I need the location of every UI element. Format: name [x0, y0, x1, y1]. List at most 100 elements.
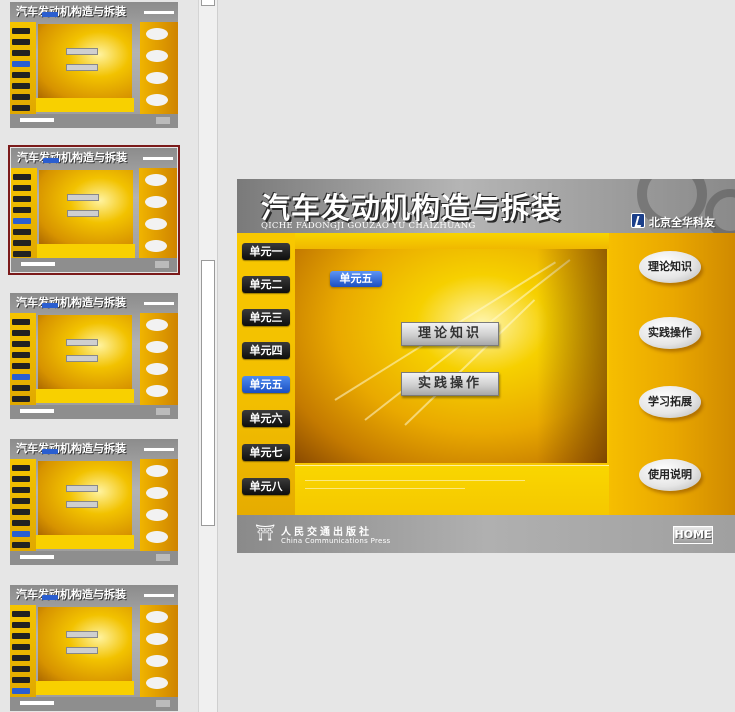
thumbnail-unit-chip	[12, 94, 30, 100]
thumbnail-title: 汽车发动机构造与拆装	[16, 296, 126, 309]
thumbnail-unit-chip	[12, 644, 30, 650]
unit-button-1[interactable]: 单元一	[242, 243, 290, 260]
side-instructions-button[interactable]: 使用说明	[639, 459, 701, 491]
thumbnail-preview: 汽车发动机构造与拆装	[10, 293, 178, 419]
thumbnail-unit-chip	[12, 531, 30, 537]
thumbnail-home-button	[156, 408, 170, 415]
thumbnail-side-pill	[146, 363, 168, 375]
unit-button-6[interactable]: 单元六	[242, 410, 290, 427]
thumbnail-unit-chip	[13, 218, 31, 224]
thumbnail-unit-tag	[42, 303, 58, 308]
thumbnail-footer-text	[20, 118, 54, 122]
slide-thumbnail[interactable]: 汽车发动机构造与拆装	[10, 439, 178, 565]
unit-button-4[interactable]: 单元四	[242, 342, 290, 359]
thumbnail-publisher-mark	[144, 594, 174, 597]
thumbnail-publisher-mark	[144, 448, 174, 451]
thumbnail-unit-chip	[12, 487, 30, 493]
side-theory-button[interactable]: 理论知识	[639, 251, 701, 283]
thumbnail-side-pill	[146, 28, 168, 40]
thumbnail-side-pill	[146, 319, 168, 331]
thumbnail-side-pill	[146, 341, 168, 353]
thumbnail-side-pill	[146, 94, 168, 106]
unit-button-5-active[interactable]: 单元五	[242, 376, 290, 393]
thumbnail-home-button	[156, 554, 170, 561]
thumbnail-unit-chip	[12, 622, 30, 628]
thumbnail-unit-chip	[13, 229, 31, 235]
thumbnail-unit-chip	[12, 105, 30, 111]
thumbnail-footer	[10, 114, 178, 128]
thumbnail-side-pill	[146, 655, 168, 667]
thumbnail-unit-chip	[13, 174, 31, 180]
thumbnail-unit-chip	[12, 50, 30, 56]
thumbnail-unit-chip	[12, 542, 30, 548]
thumbnail-unit-chip	[12, 509, 30, 515]
theory-knowledge-button[interactable]: 理论知识	[401, 322, 499, 346]
thumbnail-unit-chip	[12, 319, 30, 325]
thumbnail-center-button	[66, 48, 98, 55]
thumbnail-unit-chip	[12, 677, 30, 683]
thumbnail-preview: 汽车发动机构造与拆装	[10, 2, 178, 128]
thumbnail-unit-tag	[42, 595, 58, 600]
unit-button-7[interactable]: 单元七	[242, 444, 290, 461]
unit-button-3[interactable]: 单元三	[242, 309, 290, 326]
thumbnail-photo	[39, 170, 133, 246]
thumbnail-preview: 汽车发动机构造与拆装	[10, 439, 178, 565]
thumbnail-side-pill	[146, 50, 168, 62]
thumbnail-unit-tag	[42, 449, 58, 454]
thumbnail-side-pill	[145, 174, 167, 186]
thumbnail-side-pill	[145, 196, 167, 208]
thumbnail-unit-chip	[12, 666, 30, 672]
thumbnail-unit-chip	[12, 498, 30, 504]
thumbnail-unit-chip	[12, 330, 30, 336]
thumbnail-unit-chip	[12, 385, 30, 391]
thumbnail-side-pill	[146, 465, 168, 477]
side-learning-extension-button[interactable]: 学习拓展	[639, 386, 701, 418]
thumbnail-center-button	[66, 647, 98, 654]
thumbnail-unit-chip	[12, 61, 30, 67]
slide-thumbnail-selected[interactable]: 汽车发动机构造与拆装	[8, 145, 180, 275]
slide-thumbnail[interactable]: 汽车发动机构造与拆装	[10, 585, 178, 711]
thumbnail-side-menu	[140, 605, 178, 697]
publisher-emblem-icon: ⛩	[255, 523, 276, 542]
thumbnail-side-pill	[146, 611, 168, 623]
thumbnail-side-pill	[146, 633, 168, 645]
thumbnail-side-pill	[146, 677, 168, 689]
thumbnail-side-menu	[140, 22, 178, 114]
thumbnail-unit-chip	[12, 83, 30, 89]
thumbnail-title: 汽车发动机构造与拆装	[16, 588, 126, 601]
thumbnail-photo	[38, 607, 132, 683]
practice-operation-button[interactable]: 实践操作	[401, 372, 499, 396]
slide-footer: ⛩ 人民交通出版社 China Communications Press HOM…	[237, 515, 735, 553]
thumbnail-unit-chip	[13, 240, 31, 246]
home-button[interactable]: HOME	[673, 526, 713, 544]
slide-thumbnail[interactable]: 汽车发动机构造与拆装	[10, 293, 178, 419]
thumbnail-unit-chip	[13, 251, 31, 257]
thumbnail-strip	[36, 535, 134, 549]
thumbnail-center-button	[67, 210, 99, 217]
thumbnail-publisher-mark	[143, 157, 173, 160]
thumbnail-unit-chip	[12, 688, 30, 694]
strip-line	[305, 488, 465, 489]
thumbnail-scrollbar[interactable]	[198, 0, 218, 712]
thumbnail-center-button	[67, 194, 99, 201]
side-menu: 理论知识 实践操作 学习拓展 使用说明	[609, 233, 735, 515]
thumbnail-unit-chip	[12, 28, 30, 34]
thumbnail-footer	[10, 405, 178, 419]
thumbnail-unit-chip	[12, 39, 30, 45]
side-practice-button[interactable]: 实践操作	[639, 317, 701, 349]
thumbnail-unit-chip	[12, 476, 30, 482]
scrollbar-thumb[interactable]	[201, 260, 215, 526]
thumbnail-side-pill	[146, 531, 168, 543]
unit-button-2[interactable]: 单元二	[242, 276, 290, 293]
slide-thumbnail[interactable]: 汽车发动机构造与拆装	[10, 2, 178, 128]
thumbnail-photo	[38, 24, 132, 100]
thumbnail-home-button	[156, 117, 170, 124]
thumbnail-preview: 汽车发动机构造与拆装	[10, 585, 178, 711]
thumbnail-unit-chip	[12, 396, 30, 402]
thumbnail-side-menu	[140, 313, 178, 405]
thumbnail-center-button	[66, 339, 98, 346]
unit-button-8[interactable]: 单元八	[242, 478, 290, 495]
thumbnail-side-pill	[146, 72, 168, 84]
thumbnail-unit-chip	[13, 196, 31, 202]
thumbnail-unit-chip	[12, 72, 30, 78]
